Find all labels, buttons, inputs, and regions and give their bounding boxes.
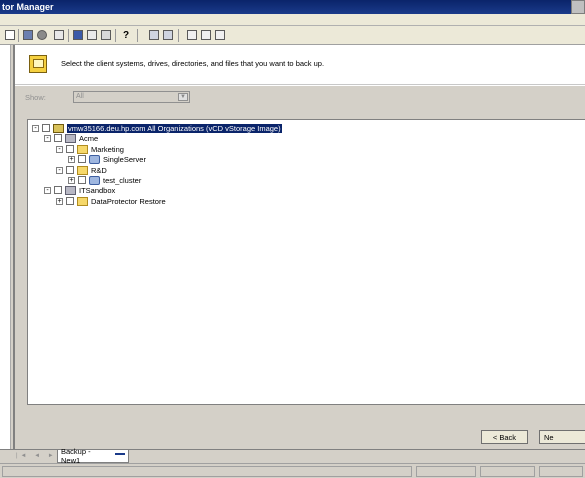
folder-icon xyxy=(77,196,88,206)
vcd-icon xyxy=(53,123,64,133)
tree-node-label[interactable]: R&D xyxy=(91,166,107,175)
wizard-body: Show: All ▼ - vmw35166.deu.hp.com All Or… xyxy=(15,86,585,453)
tree-node-label[interactable]: SingleServer xyxy=(103,155,146,164)
window-icon[interactable] xyxy=(86,29,98,41)
status-pane xyxy=(2,466,412,477)
organization-icon xyxy=(65,185,76,195)
help-icon[interactable]: ? xyxy=(120,29,132,41)
tree-node-root[interactable]: - vmw35166.deu.hp.com All Organizations … xyxy=(32,123,282,133)
status-bar xyxy=(0,463,585,478)
document-tab-bar: |◄ ◄ ► ►| Backup - New1 xyxy=(0,447,585,465)
chevron-down-icon[interactable]: ▼ xyxy=(178,93,188,101)
save-icon[interactable] xyxy=(22,29,34,41)
tree-node-rd[interactable]: - R&D xyxy=(56,165,107,175)
show-select[interactable]: All ▼ xyxy=(73,91,190,103)
organization-icon xyxy=(65,133,76,143)
show-label: Show: xyxy=(25,93,46,102)
tree-node-label[interactable]: test_cluster xyxy=(103,176,141,185)
toolbar-separator xyxy=(18,29,19,42)
menu-bar xyxy=(0,14,585,26)
collapse-icon[interactable]: - xyxy=(44,186,51,194)
tree-checkbox[interactable] xyxy=(42,124,50,132)
tree-checkbox[interactable] xyxy=(66,166,74,174)
toolbar-separator xyxy=(115,29,116,42)
hand-icon[interactable] xyxy=(186,29,198,41)
collapse-icon[interactable]: - xyxy=(32,124,39,132)
tree-expand-icon[interactable] xyxy=(148,29,160,41)
status-pane xyxy=(416,466,476,477)
collapse-icon[interactable]: - xyxy=(56,166,63,174)
tree-node-dp-restore[interactable]: + DataProtector Restore xyxy=(56,196,166,206)
tree-node-label[interactable]: ITSandbox xyxy=(79,186,115,195)
status-pane xyxy=(539,466,583,477)
pin-icon xyxy=(115,453,125,459)
toolbar-separator xyxy=(178,29,179,42)
backup-wizard-pane: Select the client systems, drives, direc… xyxy=(14,45,585,453)
tree-node-label[interactable]: DataProtector Restore xyxy=(91,197,166,206)
vapp-icon xyxy=(89,175,100,185)
pin-icon[interactable] xyxy=(72,29,84,41)
tree-node-itsandbox[interactable]: - ITSandbox xyxy=(44,185,115,195)
scoping-pane xyxy=(0,45,14,465)
window-title: tor Manager xyxy=(2,2,54,12)
vapp-icon xyxy=(89,154,100,164)
tree-node-marketing[interactable]: - Marketing xyxy=(56,144,124,154)
tree-node-label[interactable]: Marketing xyxy=(91,145,124,154)
status-pane xyxy=(480,466,535,477)
tree-node-test-cluster[interactable]: + test_cluster xyxy=(68,175,141,185)
expand-icon[interactable]: + xyxy=(68,176,75,184)
tree-checkbox[interactable] xyxy=(78,155,86,163)
tree-node-label[interactable]: Acme xyxy=(79,134,98,143)
tree-node-singleserver[interactable]: + SingleServer xyxy=(68,154,146,164)
dropdown-edge[interactable] xyxy=(4,29,16,41)
window2-icon[interactable] xyxy=(100,29,112,41)
next-button[interactable]: Ne xyxy=(539,430,585,444)
stop-icon[interactable] xyxy=(36,29,48,41)
tree-checkbox[interactable] xyxy=(78,176,86,184)
tab-backup-new1[interactable]: Backup - New1 xyxy=(57,447,129,465)
tree-checkbox[interactable] xyxy=(54,186,62,194)
expand-icon[interactable]: + xyxy=(68,155,75,163)
back-button[interactable]: < Back xyxy=(481,430,528,444)
collapse-icon[interactable]: - xyxy=(44,134,51,142)
collapse-icon[interactable]: - xyxy=(56,145,63,153)
expand-icon[interactable]: + xyxy=(56,197,63,205)
tree-checkbox[interactable] xyxy=(54,134,62,142)
edit-icon[interactable] xyxy=(200,29,212,41)
show-select-value: All xyxy=(76,93,84,100)
wizard-header: Select the client systems, drives, direc… xyxy=(15,45,585,85)
toolbar: ? xyxy=(0,26,585,45)
tree-checkbox[interactable] xyxy=(66,145,74,153)
tree-node-acme[interactable]: - Acme xyxy=(44,133,98,143)
wizard-icon xyxy=(29,55,47,73)
window-title-bar[interactable]: tor Manager xyxy=(0,0,585,14)
folder-icon xyxy=(77,144,88,154)
folder-icon xyxy=(77,165,88,175)
backup-source-tree[interactable]: - vmw35166.deu.hp.com All Organizations … xyxy=(27,119,585,405)
tree-node-label[interactable]: vmw35166.deu.hp.com All Organizations (v… xyxy=(67,123,282,133)
wizard-instruction: Select the client systems, drives, direc… xyxy=(61,59,325,68)
tree-checkbox[interactable] xyxy=(66,197,74,205)
toolbar-separator xyxy=(137,29,138,42)
link-icon[interactable] xyxy=(214,29,226,41)
tree-collapse-icon[interactable] xyxy=(162,29,174,41)
close-button[interactable] xyxy=(571,0,585,14)
toolbar-separator xyxy=(68,29,69,42)
list-icon[interactable] xyxy=(53,29,65,41)
